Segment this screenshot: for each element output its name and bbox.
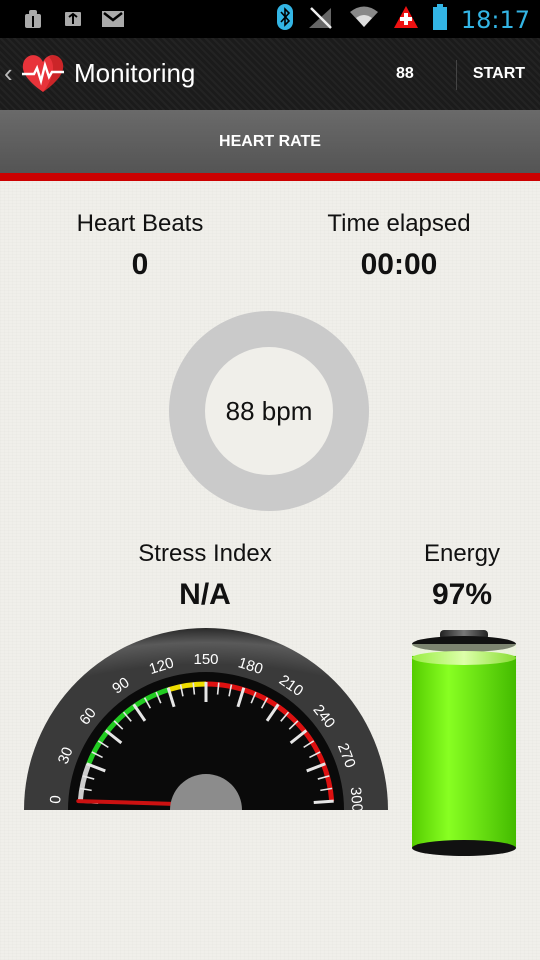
android-debug-icon [20,7,46,31]
bpm-value: 88 bpm [225,395,313,426]
heart-beats-label: Heart Beats [76,210,204,237]
no-signal-icon [307,4,335,35]
energy-value: 97% [431,578,493,611]
gauge-tick-label: 0 [47,795,65,805]
start-button[interactable]: START [458,38,540,110]
tab-bar: HEART RATE [0,110,540,174]
bluetooth-icon [276,4,293,35]
stress-index-value: N/A [179,578,231,611]
page-title: Monitoring [74,58,196,88]
battery-fill [412,655,516,848]
bpm-ring: 88 bpm [169,311,369,511]
time-elapsed-value: 00:00 [360,248,438,281]
gmail-icon [100,7,126,31]
status-bar: 18:17 [0,0,540,38]
energy-label: Energy [423,540,501,567]
gauge-tick [313,799,334,804]
battery-fill-top [412,650,516,665]
back-chevron-icon[interactable]: ‹ [4,58,13,89]
action-divider [456,60,457,90]
time-elapsed-label: Time elapsed [327,210,471,237]
gauge-tick-label: 300 [347,786,366,810]
status-time: 18:17 [460,5,530,34]
action-bar: ‹ Monitoring 88 START [0,38,540,110]
heart-logo-icon[interactable] [18,50,68,96]
heart-rate-count: 88 [396,65,414,82]
alert-icon [393,5,419,34]
battery-icon [432,4,447,35]
tab-indicator [0,173,540,181]
usb-icon [60,7,86,31]
tab-heart-rate[interactable]: HEART RATE [0,110,540,174]
stress-gauge: 0306090120 150 180210240270300 [24,628,388,810]
battery-base [412,840,516,856]
heart-beats-value: 0 [131,248,149,281]
energy-battery [412,630,516,856]
gauge-tick-label: 150 [193,651,218,668]
stress-index-label: Stress Index [138,540,272,567]
wifi-icon [349,5,379,34]
